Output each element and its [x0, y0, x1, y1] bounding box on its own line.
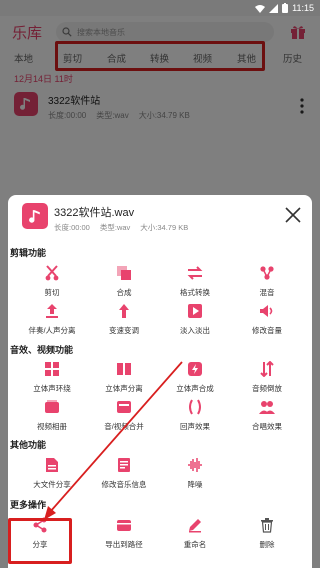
action-label: 大文件分享	[33, 480, 71, 489]
action-label: 格式转换	[180, 288, 210, 297]
action-label: 立体声合成	[176, 384, 214, 393]
section-title-edit: 剪辑功能	[10, 248, 47, 258]
action-video-album[interactable]: 视频相册	[14, 398, 90, 438]
action-rename[interactable]: 重命名	[157, 516, 233, 556]
sheet-file-type: 类型:wav	[99, 223, 131, 232]
chorus-icon	[258, 398, 276, 416]
action-cut[interactable]: 剪切	[14, 264, 90, 304]
action-fade[interactable]: 淡入淡出	[157, 302, 233, 342]
mix-icon	[258, 264, 276, 282]
action-denoise[interactable]: 降噪	[157, 456, 233, 496]
album-icon	[43, 398, 61, 416]
av-merge-icon	[115, 398, 133, 416]
surround-icon	[43, 360, 61, 378]
merge-icon	[115, 264, 133, 282]
stereo-merge-icon	[186, 360, 204, 378]
close-icon[interactable]	[284, 206, 302, 224]
section-title-effects: 音效、视频功能	[10, 345, 74, 355]
action-label: 合成	[116, 288, 132, 297]
reverse-icon	[258, 360, 276, 378]
action-stereo-split[interactable]: 立体声分离	[86, 360, 162, 400]
action-label: 立体声分离	[105, 384, 143, 393]
rename-icon	[186, 516, 204, 534]
status-time: 11:15	[292, 3, 314, 13]
fade-icon	[186, 302, 204, 320]
action-volume[interactable]: 修改音量	[229, 302, 305, 342]
action-label: 降噪	[187, 480, 203, 489]
sheet-file-name: 3322软件站.wav	[54, 207, 135, 219]
denoise-icon	[186, 456, 204, 474]
action-label: 混音	[259, 288, 275, 297]
action-label: 剪切	[44, 288, 60, 297]
action-label: 音/视频合并	[104, 422, 144, 431]
action-large-file-share[interactable]: 大文件分享	[14, 456, 90, 496]
section-title-more: 更多操作	[10, 500, 47, 510]
status-bar: 11:15	[0, 0, 320, 16]
action-chorus[interactable]: 合唱效果	[229, 398, 305, 438]
action-export-path[interactable]: 导出到路径	[86, 516, 162, 556]
action-label: 删除	[259, 540, 275, 549]
battery-icon	[282, 3, 289, 13]
signal-icon	[269, 3, 279, 13]
sheet-file-meta: 长度:00:00 类型:wav 大小:34.79 KB	[54, 222, 188, 233]
music-note-icon	[22, 203, 48, 229]
scissors-icon	[43, 264, 61, 282]
action-delete[interactable]: 删除	[229, 516, 305, 556]
speed-icon	[115, 302, 133, 320]
action-label: 导出到路径	[105, 540, 143, 549]
convert-icon	[186, 264, 204, 282]
action-edit-music-info[interactable]: 修改音乐信息	[86, 456, 162, 496]
volume-icon	[258, 302, 276, 320]
export-icon	[115, 516, 133, 534]
sheet-file-duration: 长度:00:00	[54, 223, 90, 232]
trash-icon	[258, 516, 276, 534]
action-label: 回声效果	[180, 422, 210, 431]
action-surround[interactable]: 立体声环绕	[14, 360, 90, 400]
share-highlight-box	[8, 518, 72, 564]
action-label: 音频倒放	[252, 384, 282, 393]
upload-icon	[43, 302, 61, 320]
action-label: 合唱效果	[252, 422, 282, 431]
stereo-split-icon	[115, 360, 133, 378]
action-vocal-separation[interactable]: 伴奏/人声分离	[14, 302, 90, 342]
wifi-icon	[255, 4, 266, 13]
action-label: 重命名	[183, 540, 207, 549]
action-mix[interactable]: 混音	[229, 264, 305, 304]
action-label: 变速变调	[109, 326, 139, 335]
action-label: 淡入淡出	[180, 326, 210, 335]
sheet-file-size: 大小:34.79 KB	[140, 223, 189, 232]
action-label: 修改音量	[252, 326, 282, 335]
action-format-convert[interactable]: 格式转换	[157, 264, 233, 304]
action-av-merge[interactable]: 音/视频合并	[86, 398, 162, 438]
echo-icon	[186, 398, 204, 416]
action-reverse[interactable]: 音频倒放	[229, 360, 305, 400]
action-label: 视频相册	[37, 422, 67, 431]
action-label: 立体声环绕	[33, 384, 71, 393]
action-label: 修改音乐信息	[101, 480, 147, 489]
action-stereo-merge[interactable]: 立体声合成	[157, 360, 233, 400]
action-speed-pitch[interactable]: 变速变调	[86, 302, 162, 342]
action-label: 伴奏/人声分离	[28, 326, 76, 335]
action-echo[interactable]: 回声效果	[157, 398, 233, 438]
section-title-other: 其他功能	[10, 440, 47, 450]
big-file-icon	[43, 456, 61, 474]
edit-info-icon	[115, 456, 133, 474]
action-merge[interactable]: 合成	[86, 264, 162, 304]
